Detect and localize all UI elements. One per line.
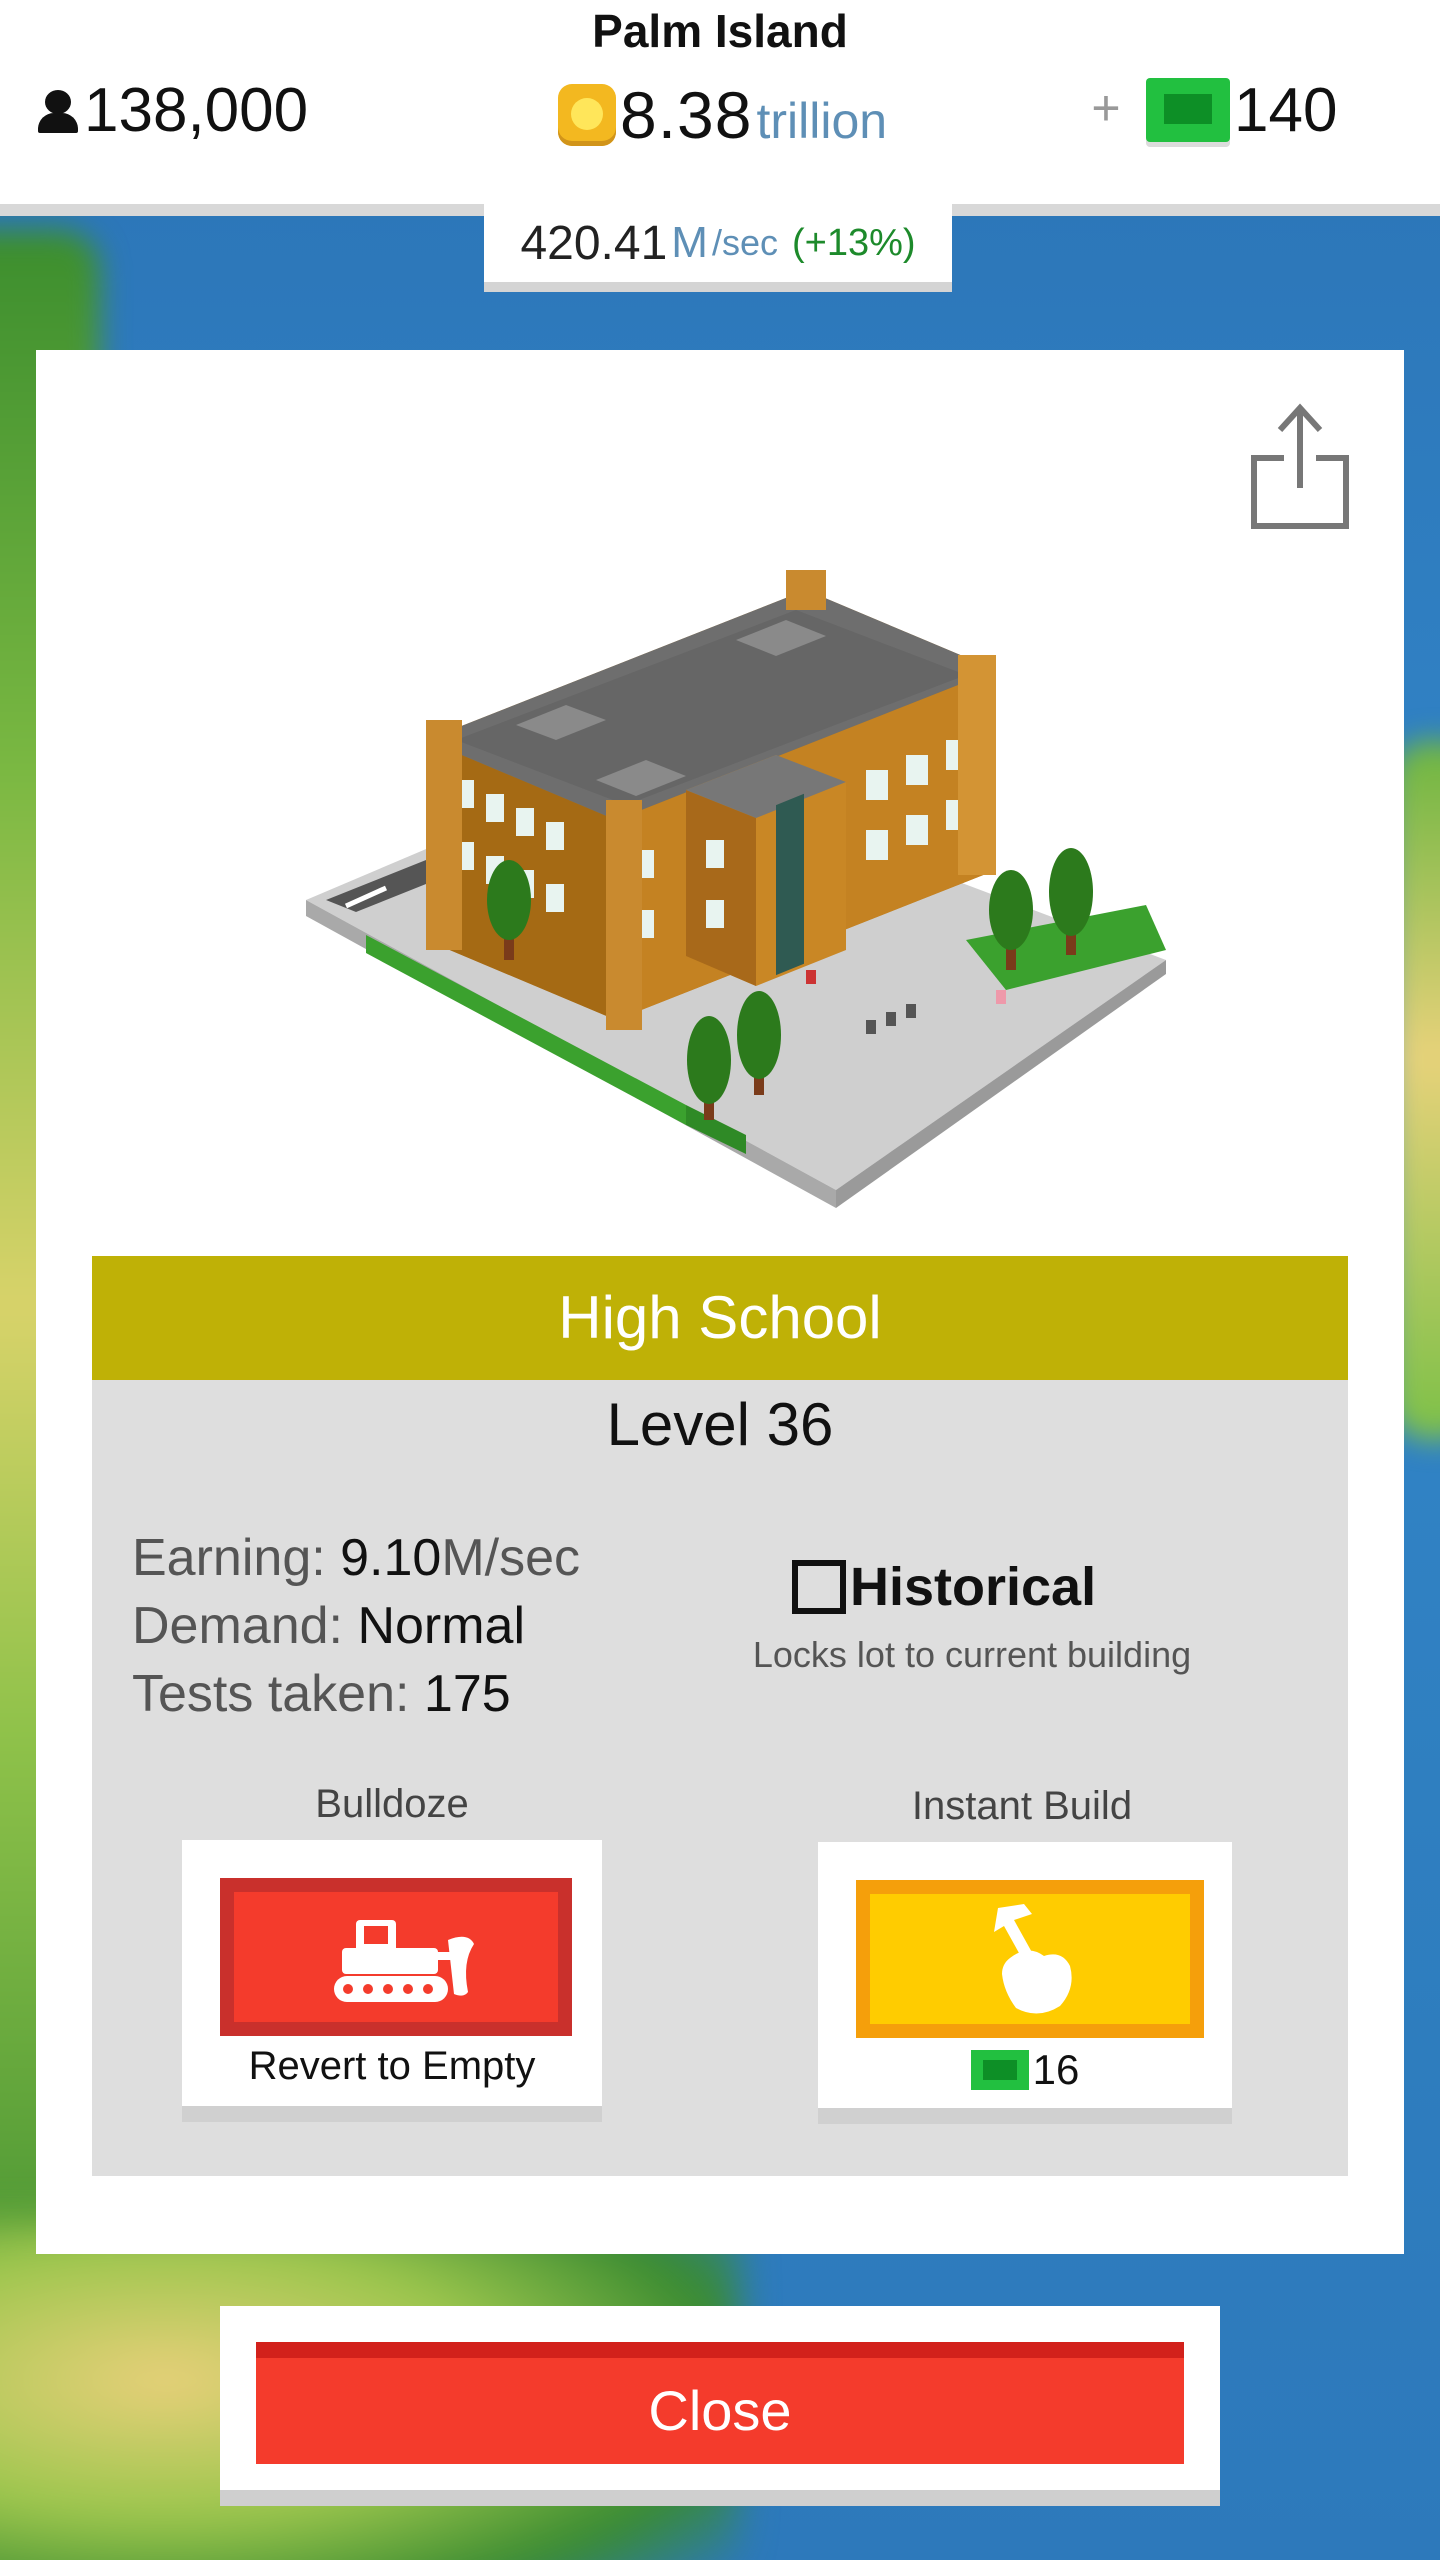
historical-checkbox[interactable]	[792, 1560, 846, 1614]
demand-value: Normal	[357, 1597, 526, 1655]
income-change: (+13%)	[791, 221, 916, 264]
income-unit: M	[671, 218, 708, 267]
instant-build-cost-value: 16	[1032, 2046, 1080, 2093]
island-name[interactable]: Palm Island	[0, 4, 1440, 58]
instant-build-caption: Instant Build	[911, 1784, 1133, 1828]
cash-icon	[970, 2050, 1029, 2090]
income-rate: 420.41	[520, 216, 668, 270]
demand-row: Demand: Normal	[132, 1592, 580, 1660]
person-icon	[36, 86, 80, 134]
tests-label: Tests taken:	[132, 1665, 410, 1723]
building-info-panel: High School Level 36 Earning: 9.10M/sec …	[92, 1256, 1348, 2176]
close-button[interactable]: Close	[256, 2342, 1184, 2464]
premium-cash-value: 140	[1234, 75, 1338, 145]
top-bar: Palm Island 138,000 8.38 trillion + 140	[0, 0, 1440, 210]
money-unit: trillion	[756, 93, 888, 149]
building-stats: Earning: 9.10M/sec Demand: Normal Tests …	[132, 1524, 580, 1728]
instant-build-cost: 16	[818, 2046, 1232, 2094]
bulldoze-caption: Bulldoze	[315, 1782, 469, 1826]
bulldoze-label: Revert to Empty	[248, 2044, 536, 2088]
earning-label: Earning:	[132, 1529, 326, 1587]
money-amount: 8.38	[620, 78, 753, 152]
building-dialog: High School Level 36 Earning: 9.10M/sec …	[36, 350, 1404, 2254]
demand-label: Demand:	[132, 1597, 343, 1655]
share-button[interactable]	[1246, 398, 1356, 538]
building-name: High School	[92, 1256, 1348, 1380]
building-level: Level 36	[606, 1391, 834, 1458]
bulldoze-button[interactable]	[220, 1878, 572, 2036]
tests-value: 175	[423, 1665, 511, 1723]
population-value: 138,000	[84, 75, 309, 145]
population-counter: 138,000	[36, 70, 308, 150]
income-rate-tab: 420.41 M /sec (+13%)	[484, 204, 952, 292]
tests-row: Tests taken: 175	[132, 1660, 580, 1728]
income-per: /sec	[711, 222, 778, 263]
instant-build-card: 16	[818, 1842, 1232, 2124]
earning-unit: M/sec	[441, 1529, 581, 1587]
earning-row: Earning: 9.10M/sec	[132, 1524, 580, 1592]
bulldozer-icon	[334, 1920, 474, 2002]
coin-icon	[558, 84, 616, 146]
cash-icon	[1146, 78, 1230, 142]
historical-description: Locks lot to current building	[752, 1634, 1192, 1675]
historical-toggle[interactable]: Historical	[792, 1556, 1096, 1618]
share-icon	[1251, 403, 1349, 529]
premium-cash-counter[interactable]: 140	[1146, 70, 1337, 150]
building-image	[306, 570, 1166, 1208]
money-counter: 8.38 trillion	[558, 70, 887, 160]
bulldoze-card: Revert to Empty	[182, 1840, 602, 2122]
hammer-hand-icon	[994, 1904, 1072, 2014]
instant-build-button[interactable]	[856, 1880, 1204, 2038]
historical-label: Historical	[850, 1557, 1097, 1617]
earning-value: 9.10	[340, 1529, 442, 1587]
buy-cash-button[interactable]: +	[1082, 78, 1130, 138]
close-button-frame: Close	[220, 2306, 1220, 2506]
